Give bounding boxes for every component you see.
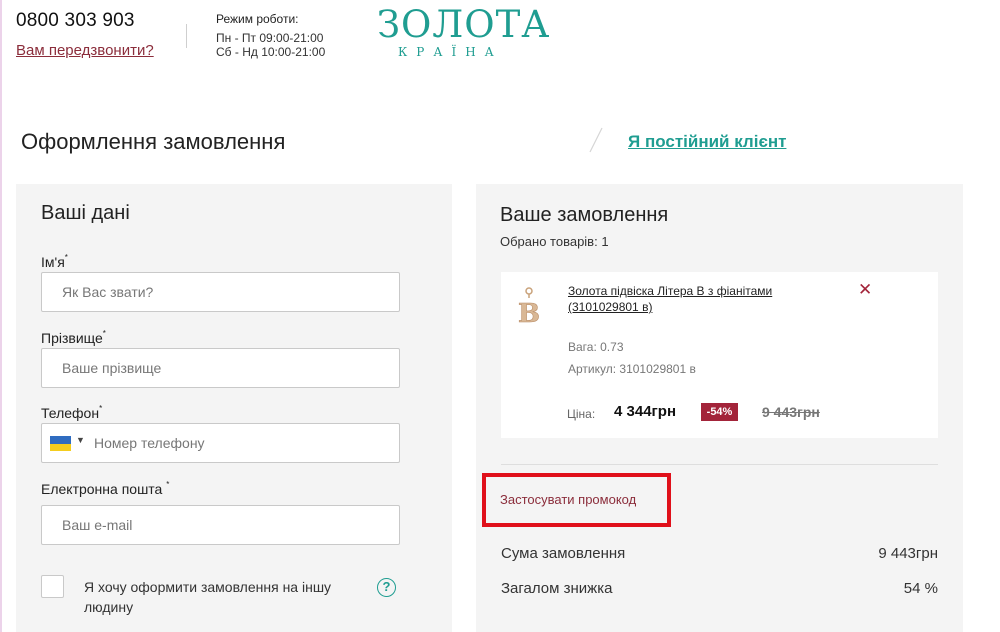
phone-input[interactable] (94, 424, 394, 462)
product-article: Артикул: 3101029801 в (568, 362, 696, 376)
order-separator (501, 464, 938, 465)
order-title: Ваше замовлення (500, 204, 669, 226)
callback-link[interactable]: Вам передзвонити? (16, 42, 154, 59)
pendant-thumbnail-icon[interactable]: B (516, 286, 542, 328)
working-hours-title: Режим роботи: (216, 12, 299, 26)
phone-field: ▼ (41, 423, 400, 463)
order-sum-label: Сума замовлення (501, 545, 626, 562)
total-discount-value: 54 % (903, 580, 938, 597)
discount-badge: -54% (701, 403, 738, 421)
total-discount-label: Загалом знижка (501, 580, 613, 597)
product-weight: Вага: 0.73 (568, 340, 624, 354)
working-hours-weekdays: Пн - Пт 09:00-21:00 (216, 31, 324, 45)
last-name-input[interactable] (41, 348, 400, 388)
price-new: 4 344грн (614, 403, 677, 420)
promo-highlight-box (482, 473, 671, 527)
pendant-letter: B (518, 299, 540, 328)
question-circle-icon[interactable]: ? (377, 578, 396, 597)
caret-down-icon[interactable]: ▼ (76, 435, 85, 445)
header-phone[interactable]: 0800 303 903 (16, 10, 135, 32)
order-sum-value: 9 443грн (878, 545, 938, 562)
first-name-input[interactable] (41, 272, 400, 312)
last-name-label: Прізвище* (41, 329, 106, 346)
other-person-checkbox[interactable] (41, 575, 64, 598)
email-input[interactable] (41, 505, 400, 545)
page-title: Оформлення замовлення (21, 129, 286, 154)
regular-customer-link[interactable]: Я постійний клієнт (628, 132, 786, 152)
price-old: 9 443грн (762, 404, 820, 420)
phone-label: Телефон* (41, 404, 103, 421)
logo[interactable]: ЗОЛОТА (377, 6, 550, 43)
working-hours-weekend: Сб - Нд 10:00-21:00 (216, 45, 326, 59)
ukraine-flag-icon[interactable] (50, 436, 71, 451)
email-label: Електронна пошта * (41, 480, 170, 497)
customer-data-title: Ваші дані (41, 202, 130, 224)
items-count: Обрано товарів: 1 (500, 234, 609, 249)
price-label: Ціна: (567, 407, 596, 421)
product-name-link[interactable]: Золота підвіска Літера B з фіанітами (31… (568, 283, 828, 315)
header-divider (186, 24, 187, 48)
other-person-checkbox-label[interactable]: Я хочу оформити замовлення на іншу людин… (84, 577, 354, 617)
first-name-label: Ім'я* (41, 253, 68, 270)
left-accent-bar (0, 0, 2, 632)
close-icon[interactable]: ✕ (858, 281, 872, 298)
logo-subtitle: КРАЇНА (398, 45, 503, 59)
slash-divider-icon (589, 127, 603, 153)
